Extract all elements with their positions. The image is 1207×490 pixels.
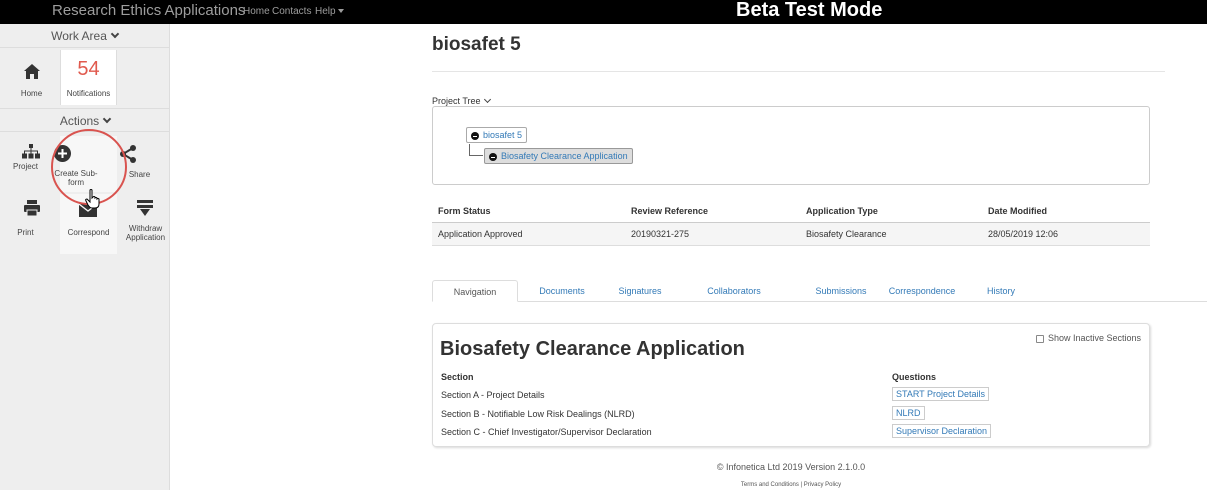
nlrd-button[interactable]: NLRD [892, 406, 925, 420]
form-heading: Biosafety Clearance Application [440, 338, 745, 360]
form-status-table: Form Status Review Reference Application… [432, 200, 1150, 246]
hierarchy-icon [22, 144, 40, 159]
start-project-details-button[interactable]: START Project Details [892, 387, 990, 401]
chevron-down-icon [483, 95, 491, 104]
beta-mode-banner: Beta Test Mode [736, 0, 883, 21]
tab-submissions[interactable]: Submissions [804, 280, 878, 302]
section-row-a: Section A - Project Details [441, 390, 545, 400]
table-row: Application Approved 20190321-275 Biosaf… [432, 222, 1150, 246]
notifications-tile[interactable]: 54 Notifications [60, 50, 117, 105]
notifications-count: 54 [77, 58, 100, 80]
tab-bar: Navigation Documents Signatures Collabor… [432, 280, 1207, 302]
col-date-modified: Date Modified [982, 200, 1150, 223]
project-label: Project [13, 162, 38, 171]
col-review-reference: Review Reference [625, 200, 800, 223]
notifications-label: Notifications [66, 89, 111, 98]
chevron-down-icon [110, 29, 120, 39]
col-application-type: Application Type [800, 200, 982, 223]
tree-connector [469, 155, 483, 156]
checkbox[interactable] [1035, 334, 1044, 343]
print-tile[interactable]: Print [3, 194, 60, 254]
navigation-panel: Show Inactive Sections Biosafety Clearan… [432, 323, 1150, 447]
home-tile[interactable]: Home [3, 50, 60, 105]
nav-help[interactable]: Help [315, 6, 344, 17]
nav-contacts[interactable]: Contacts [272, 6, 311, 17]
tab-correspondence[interactable]: Correspondence [868, 280, 976, 302]
chevron-down-icon [102, 114, 112, 124]
brand-title[interactable]: Research Ethics Applications [52, 2, 245, 19]
caret-down-icon [337, 9, 344, 14]
footer-links[interactable]: Terms and Conditions | Privacy Policy [432, 482, 1150, 488]
withdraw-tile[interactable]: Withdraw Application [117, 194, 174, 254]
section-row-c: Section C - Chief Investigator/Superviso… [441, 427, 652, 437]
home-icon [24, 64, 40, 79]
withdraw-label: Withdraw Application [125, 224, 166, 242]
tree-node-child-label: Biosafety Clearance Application [501, 151, 628, 161]
work-area-label: Work Area [51, 29, 107, 43]
supervisor-declaration-button[interactable]: Supervisor Declaration [892, 424, 992, 438]
show-inactive-toggle[interactable]: Show Inactive Sections [1035, 333, 1141, 343]
footer-version: © Infonetica Ltd 2019 Version 2.1.0.0 [716, 462, 866, 472]
tab-collaborators[interactable]: Collaborators [694, 280, 774, 302]
home-label: Home [20, 89, 43, 98]
tab-history[interactable]: History [970, 280, 1032, 302]
show-inactive-label: Show Inactive Sections [1047, 333, 1141, 343]
page-title: biosafet 5 [432, 34, 521, 55]
section-header: Section [441, 372, 474, 382]
withdraw-icon [137, 200, 153, 216]
minus-circle-icon [489, 153, 497, 161]
questions-header: Questions [892, 372, 937, 382]
hand-cursor-icon [85, 189, 100, 209]
tab-documents[interactable]: Documents [526, 280, 598, 302]
tree-node-root-label: biosafet 5 [483, 130, 523, 140]
tab-navigation[interactable]: Navigation [432, 280, 518, 302]
minus-circle-icon [471, 132, 479, 140]
sidebar: Work Area Home 54 Notifications Actions … [0, 24, 170, 490]
project-tree: biosafet 5 Biosafety Clearance Applicati… [432, 106, 1150, 185]
nav-home[interactable]: Home [243, 6, 270, 17]
review-reference-value: 20190321-275 [625, 222, 800, 246]
actions-label: Actions [59, 114, 100, 128]
nav-help-label: Help [315, 6, 336, 17]
project-tree-toggle[interactable]: Project Tree [432, 95, 491, 106]
application-type-value: Biosafety Clearance [800, 222, 982, 246]
table-header-row: Form Status Review Reference Application… [432, 200, 1150, 223]
print-label: Print [17, 228, 34, 237]
divider [432, 71, 1165, 72]
col-form-status: Form Status [432, 200, 625, 223]
section-row-b: Section B - Notifiable Low Risk Dealings… [441, 409, 635, 419]
tree-node-child[interactable]: Biosafety Clearance Application [484, 148, 633, 164]
tab-signatures[interactable]: Signatures [604, 280, 676, 302]
correspond-label: Correspond [67, 228, 110, 237]
print-icon [24, 200, 40, 216]
form-status-value: Application Approved [432, 222, 625, 246]
tree-node-root[interactable]: biosafet 5 [466, 127, 528, 143]
top-navbar: Research Ethics Applications Home Contac… [0, 0, 1207, 24]
date-modified-value: 28/05/2019 12:06 [982, 222, 1150, 246]
work-area-toggle[interactable]: Work Area [0, 24, 169, 48]
project-tree-label: Project Tree [432, 96, 481, 106]
